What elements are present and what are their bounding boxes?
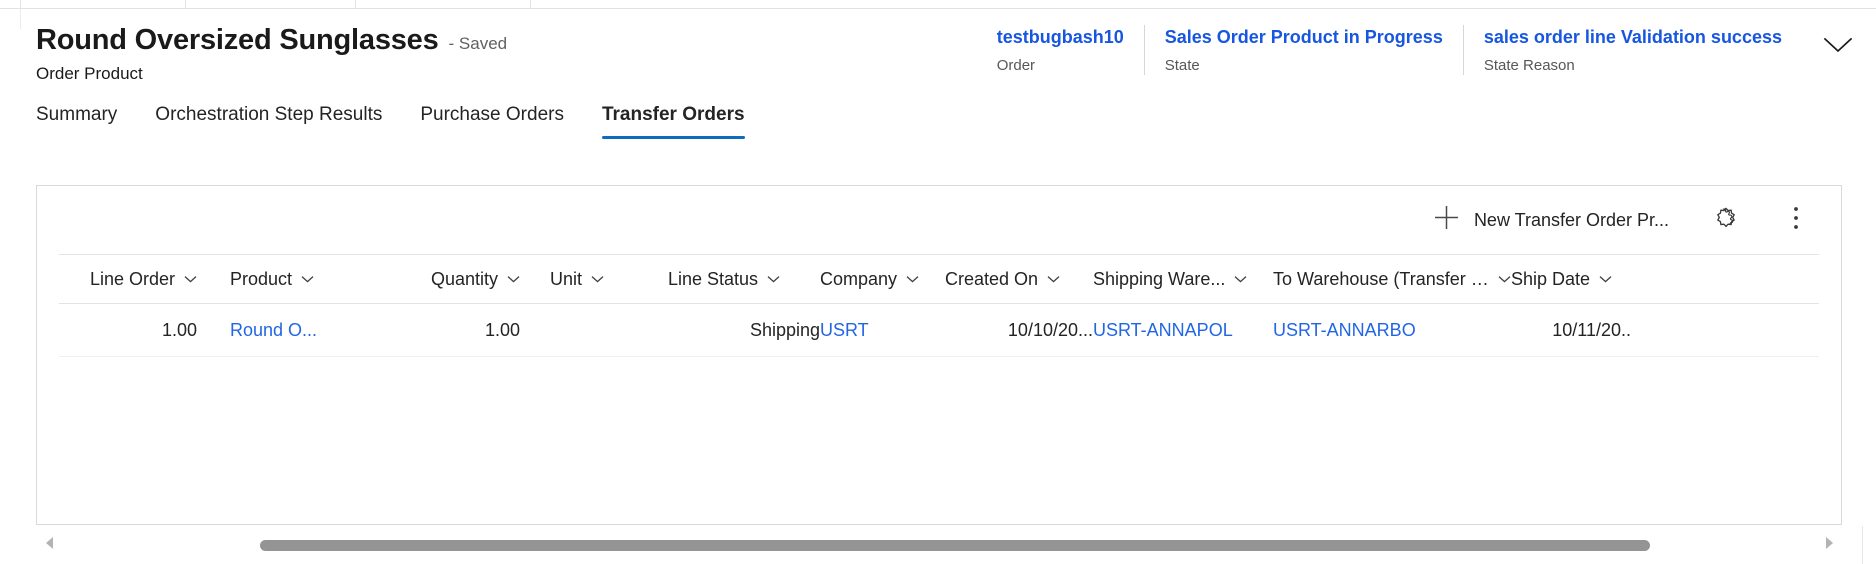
record-page: Round Oversized Sunglasses - Saved Order… <box>0 0 1876 564</box>
cell-line-order: 1.00 <box>161 319 197 340</box>
column-header-shipping-warehouse-label: Shipping Ware... <box>1093 268 1226 289</box>
header-field-state: Sales Order Product in Progress State <box>1143 25 1463 75</box>
column-header-line-order[interactable]: Line Order <box>59 269 197 290</box>
column-header-product[interactable]: Product <box>230 269 375 290</box>
header-field-state-reason-value[interactable]: sales order line Validation success <box>1484 25 1782 49</box>
tab-transfer-orders[interactable]: Transfer Orders <box>601 97 745 141</box>
cell-shipping-warehouse[interactable]: USRT-ANNAPOL <box>1093 320 1273 341</box>
tab-summary-label: Summary <box>36 104 118 125</box>
cell-ship-date: 10/11/20.. <box>1552 319 1631 340</box>
column-header-to-warehouse-label: To Warehouse (Transfer Or... <box>1273 268 1489 289</box>
column-header-line-status[interactable]: Line Status <box>668 269 820 290</box>
new-transfer-order-product-button[interactable]: New Transfer Order Pr... <box>1427 200 1675 240</box>
header-field-order-value[interactable]: testbugbash10 <box>997 25 1124 49</box>
header-field-order-label: Order <box>996 57 1036 74</box>
header-expand-button[interactable] <box>1818 29 1858 65</box>
tab-orchestration-step-results[interactable]: Orchestration Step Results <box>155 97 382 141</box>
new-transfer-order-product-label: New Transfer Order Pr... <box>1473 209 1669 230</box>
cell-created-on: 10/10/20... <box>1007 319 1093 340</box>
record-title-block: Round Oversized Sunglasses - Saved Order… <box>36 23 507 84</box>
chevron-down-icon <box>1498 275 1511 283</box>
column-header-unit-label: Unit <box>550 268 583 289</box>
column-header-quantity[interactable]: Quantity <box>375 269 520 290</box>
grid-toolbar: New Transfer Order Pr... <box>37 186 1841 254</box>
more-vertical-icon <box>1793 205 1799 236</box>
header-field-group: testbugbash10 Order Sales Order Product … <box>977 25 1802 85</box>
scrollbar-thumb[interactable] <box>260 540 1650 551</box>
grid-rows: 1.00 Round O... 1.00 Shipping USRT 10/10… <box>59 304 1819 357</box>
cell-line-status: Shipping <box>749 319 820 340</box>
table-row[interactable]: 1.00 Round O... 1.00 Shipping USRT 10/10… <box>59 304 1819 357</box>
record-header: Round Oversized Sunglasses - Saved Order… <box>0 9 1876 97</box>
header-field-state-label: State <box>1164 57 1200 74</box>
column-header-unit[interactable]: Unit <box>550 269 668 290</box>
grid-column-headers: Line Order Product Quantity Unit Line St… <box>59 254 1819 304</box>
caret-right-icon <box>1824 536 1835 555</box>
chevron-down-icon <box>1234 275 1247 283</box>
chevron-down-icon <box>1599 275 1612 283</box>
scrollbar-track[interactable] <box>62 532 1816 558</box>
saved-status-text: - Saved <box>448 34 508 53</box>
chevron-down-icon <box>1823 36 1853 59</box>
flow-button[interactable] <box>1705 200 1747 240</box>
plus-icon <box>1433 204 1460 236</box>
column-header-line-order-label: Line Order <box>89 268 175 289</box>
cell-quantity: 1.00 <box>484 319 520 340</box>
chevron-down-icon <box>184 275 197 283</box>
chevron-down-icon <box>767 275 780 283</box>
header-field-state-reason: sales order line Validation success Stat… <box>1462 25 1802 75</box>
header-field-order: testbugbash10 Order <box>977 25 1144 75</box>
scroll-right-button[interactable] <box>1816 532 1842 558</box>
column-header-quantity-label: Quantity <box>430 268 498 289</box>
entity-type-label: Order Product <box>36 64 143 83</box>
column-header-ship-date[interactable]: Ship Date <box>1511 269 1631 290</box>
header-field-state-value[interactable]: Sales Order Product in Progress <box>1165 25 1443 49</box>
column-header-ship-date-label: Ship Date <box>1511 268 1591 289</box>
tab-purchase-orders-label: Purchase Orders <box>420 104 564 125</box>
column-header-company[interactable]: Company <box>820 269 945 290</box>
transfer-orders-grid: New Transfer Order Pr... Line Order Prod… <box>36 185 1842 525</box>
cell-product[interactable]: Round O... <box>230 320 375 341</box>
command-bar-sliver <box>0 0 1876 9</box>
chevron-down-icon <box>591 275 604 283</box>
grid-horizontal-scrollbar[interactable] <box>36 532 1842 558</box>
column-header-product-label: Product <box>230 268 293 289</box>
page-title: Round Oversized Sunglasses <box>36 24 439 56</box>
tab-orchestration-step-results-label: Orchestration Step Results <box>155 104 383 125</box>
chevron-down-icon <box>301 275 314 283</box>
chevron-down-icon <box>906 275 919 283</box>
cell-company[interactable]: USRT <box>820 320 945 341</box>
header-field-state-reason-label: State Reason <box>1483 57 1575 74</box>
column-header-created-on-label: Created On <box>945 268 1039 289</box>
scroll-left-button[interactable] <box>36 532 62 558</box>
chevron-down-icon <box>507 275 520 283</box>
tab-summary[interactable]: Summary <box>36 97 117 141</box>
column-header-company-label: Company <box>820 268 898 289</box>
right-edge-divider <box>1862 526 1863 564</box>
flow-icon <box>1714 206 1738 235</box>
caret-left-icon <box>44 536 55 555</box>
column-header-to-warehouse[interactable]: To Warehouse (Transfer Or... <box>1273 269 1511 290</box>
tab-purchase-orders[interactable]: Purchase Orders <box>420 97 564 141</box>
more-commands-button[interactable] <box>1775 200 1817 240</box>
column-header-created-on[interactable]: Created On <box>945 269 1093 290</box>
cell-to-warehouse[interactable]: USRT-ANNARBO <box>1273 320 1511 341</box>
column-header-line-status-label: Line Status <box>668 268 759 289</box>
column-header-shipping-warehouse[interactable]: Shipping Ware... <box>1093 269 1273 290</box>
tab-transfer-orders-label: Transfer Orders <box>601 104 745 125</box>
tab-list: Summary Orchestration Step Results Purch… <box>0 97 1876 145</box>
chevron-down-icon <box>1047 275 1060 283</box>
